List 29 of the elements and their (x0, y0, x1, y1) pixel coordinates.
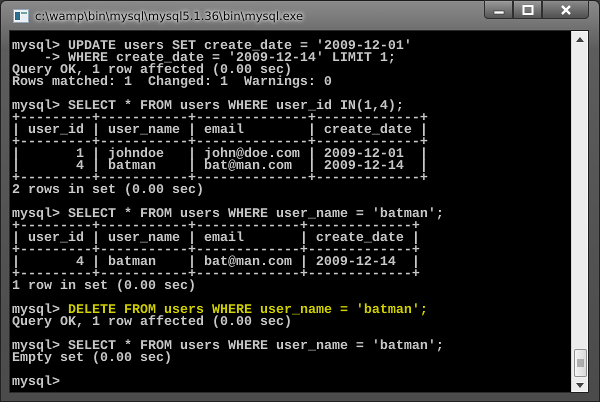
console-app-icon (13, 8, 29, 22)
close-button[interactable] (542, 0, 589, 19)
minimize-button[interactable] (484, 0, 513, 19)
console-output: Query OK, 1 row affected (0.00 sec) (12, 317, 292, 329)
console-prompt: mysql> (12, 377, 60, 389)
console-output: Rows matched: 1 Changed: 1 Warnings: 0 (12, 77, 332, 89)
window-title: c:\wamp\bin\mysql\mysql5.1.36\bin\mysql.exe (35, 8, 304, 22)
console-prompt: mysql> (12, 41, 60, 53)
console-prompt: mysql> (12, 305, 60, 317)
scrollbar[interactable] (571, 31, 588, 392)
scroll-up-icon[interactable] (576, 37, 584, 42)
console-output: | 1 | johndoe | john@doe.com | 2009-12-01 | (12, 149, 428, 161)
console-output: Empty set (0.00 sec) (12, 353, 172, 365)
console-prompt: mysql> (12, 101, 60, 113)
maximize-button[interactable] (513, 0, 542, 19)
console-output: | 4 | batman | bat@man.com | 2009-12-14 | (12, 257, 420, 269)
console-command: SELECT * FROM users WHERE user_name = 'batman'; (68, 209, 444, 221)
console-prompt: mysql> (12, 341, 60, 353)
scroll-down-icon[interactable] (576, 383, 584, 388)
console-output: 2 rows in set (0.00 sec) (12, 185, 204, 197)
console-output: | user_id | user_name | email | create_date | (12, 233, 420, 245)
close-icon (560, 4, 572, 14)
console-output: | user_id | user_name | email | create_date | (12, 125, 428, 137)
scrollbar-thumb[interactable] (574, 349, 586, 377)
console-output: 1 row in set (0.00 sec) (12, 281, 196, 293)
maximize-icon (522, 4, 534, 14)
console-command: SELECT * FROM users WHERE user_id IN(1,4); (68, 101, 404, 113)
console-output: | 4 | batman | bat@man.com | 2009-12-14 | (12, 161, 428, 173)
console-prompt: mysql> (12, 209, 60, 221)
